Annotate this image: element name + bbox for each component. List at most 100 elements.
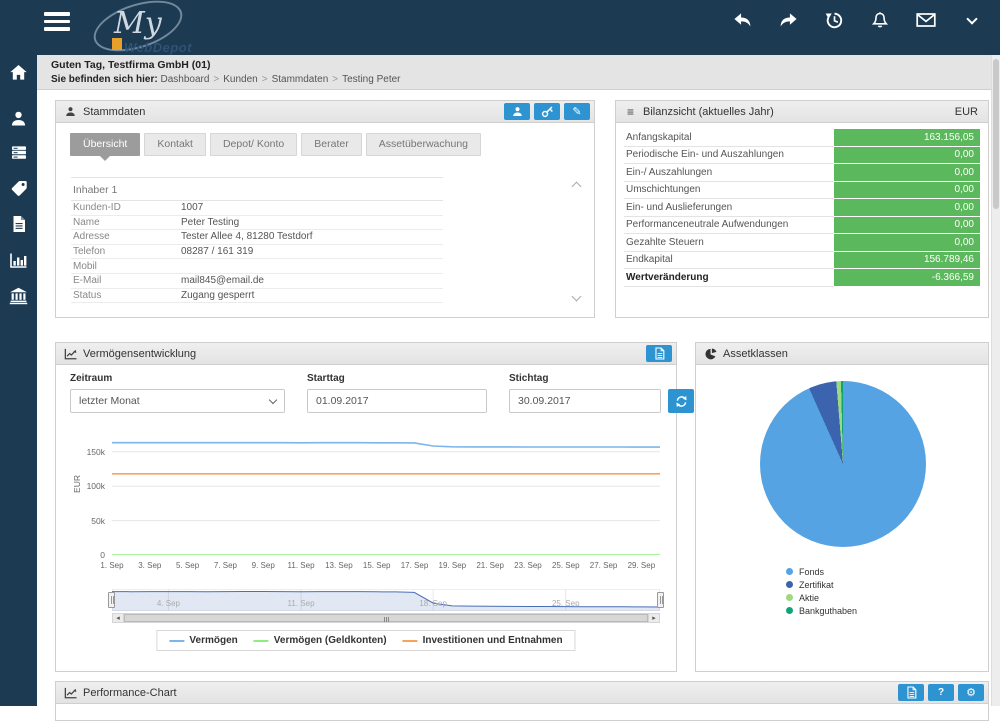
legend-item[interactable]: Investitionen und Entnahmen (403, 635, 563, 646)
balance-row: Anfangskapital163.156,05 (624, 129, 980, 147)
undo-icon[interactable] (732, 11, 752, 30)
edit-button[interactable]: ✎ (564, 103, 590, 120)
scroll-down-icon[interactable] (572, 292, 582, 302)
sidebar-item-depots[interactable] (0, 135, 37, 169)
tab--bersicht[interactable]: Übersicht (70, 133, 140, 156)
settings-button[interactable]: ⚙ (958, 684, 984, 701)
stammdaten-tabs: ÜbersichtKontaktDepot/ KontoBeraterAsset… (70, 133, 594, 155)
starttag-input[interactable]: 01.09.2017 (307, 389, 487, 413)
x-axis-tick-label: 3. Sep (138, 561, 161, 570)
key-button[interactable] (534, 103, 560, 120)
x-axis-tick-label: 11. Sep (288, 561, 315, 570)
field-value: mail845@email.de (181, 275, 264, 286)
pie-legend-item[interactable]: Fonds (786, 565, 857, 578)
refresh-button[interactable] (668, 389, 694, 413)
hamburger-menu-icon[interactable] (44, 12, 70, 34)
performance-chart-panel: Performance-Chart ? ⚙ (55, 681, 989, 721)
app-logo[interactable]: My WebDepot (88, 2, 208, 54)
panel-title: Stammdaten (83, 106, 145, 118)
scrollbar-left-arrow[interactable]: ◂ (113, 614, 124, 622)
bell-icon[interactable] (870, 11, 890, 30)
breadcrumb-item[interactable]: Kunden (223, 74, 257, 85)
legend-label: Vermögen (189, 635, 237, 646)
scrollbar-thumb[interactable] (124, 614, 648, 622)
sidebar-item-reports[interactable] (0, 243, 37, 277)
breadcrumb: Sie befinden sich hier: Dashboard>Kunden… (51, 74, 1000, 85)
chevron-down-icon[interactable] (962, 11, 982, 30)
x-axis-tick-label: 21. Sep (476, 561, 504, 570)
redo-icon[interactable] (778, 11, 798, 30)
pie-legend-item[interactable]: Zertifikat (786, 578, 857, 591)
stichtag-input[interactable]: 30.09.2017 (509, 389, 661, 413)
sidebar-item-bank[interactable] (0, 279, 37, 313)
legend-dash (169, 640, 184, 642)
help-button[interactable]: ? (928, 684, 954, 701)
page-scrollbar-thumb[interactable] (993, 59, 999, 209)
help-icon: ? (938, 687, 944, 698)
envelope-icon[interactable] (916, 11, 936, 30)
bilanzsicht-table: Anfangskapital163.156,05Periodische Ein-… (624, 129, 980, 287)
export-pdf-button[interactable] (646, 345, 672, 362)
legend-item[interactable]: Vermögen (169, 635, 237, 646)
balance-value: 0,00 (834, 182, 980, 200)
section-header: Inhaber 1 (71, 177, 443, 201)
tab-kontakt[interactable]: Kontakt (144, 133, 206, 156)
sidebar-item-home[interactable] (0, 55, 37, 89)
export-pdf-button[interactable] (898, 684, 924, 701)
balance-value: 0,00 (834, 217, 980, 235)
history-icon[interactable] (824, 11, 844, 30)
pie-chart[interactable] (760, 381, 926, 547)
sidebar-item-documents[interactable] (0, 207, 37, 241)
x-axis-tick-label: 7. Sep (214, 561, 237, 570)
panel-title: Performance-Chart (83, 687, 177, 699)
tab-asset-berwachung[interactable]: Assetüberwachung (366, 133, 481, 156)
pie-legend-label: Fonds (799, 567, 824, 577)
breadcrumb-separator: > (332, 74, 338, 85)
balance-label: Ein- und Auslieferungen (624, 199, 834, 217)
zeitraum-label: Zeitraum (70, 373, 285, 384)
scroll-up-icon[interactable] (572, 182, 582, 192)
currency-label: EUR (955, 106, 978, 118)
stammdaten-header: Stammdaten ✎ (56, 101, 594, 123)
pie-legend-item[interactable]: Bankguthaben (786, 604, 857, 617)
balance-row: Ein- und Auslieferungen0,00 (624, 199, 980, 217)
scrollbar-right-arrow[interactable]: ▸ (648, 614, 659, 622)
navigator-right-handle[interactable] (657, 592, 664, 608)
sidebar-item-tags[interactable] (0, 171, 37, 205)
page-scrollbar[interactable] (991, 55, 1000, 706)
breadcrumb-item[interactable]: Stammdaten (272, 74, 329, 85)
tab-depot-konto[interactable]: Depot/ Konto (210, 133, 297, 156)
chart-scrollbar[interactable]: ◂ ▸ (112, 613, 660, 623)
balance-label: Wertveränderung (624, 269, 834, 287)
sidebar-item-customers[interactable] (0, 101, 37, 135)
x-axis-tick-label: 19. Sep (439, 561, 467, 570)
navigator-date-label: 11. Sep (288, 599, 315, 608)
zeitraum-select[interactable]: letzter Monat (70, 389, 285, 413)
chart-controls: Zeitraum letzter Monat Starttag 01.09.20… (56, 365, 676, 419)
stammdaten-panel: Stammdaten ✎ ÜbersichtKontaktDepot/ Kont… (55, 100, 595, 318)
field-row: Telefon08287 / 161 319 (71, 245, 443, 260)
balance-value: 0,00 (834, 164, 980, 182)
breadcrumb-item[interactable]: Dashboard (160, 74, 209, 85)
bar-chart-icon (9, 252, 28, 269)
user-button[interactable] (504, 103, 530, 120)
breadcrumb-item[interactable]: Testing Peter (342, 74, 400, 85)
y-axis-tick-label: 100k (87, 481, 105, 491)
y-axis-tick-label: 150k (87, 447, 105, 457)
navigator-left-handle[interactable] (108, 592, 115, 608)
stichtag-label: Stichtag (509, 373, 694, 384)
legend-item[interactable]: Vermögen (Geldkonten) (254, 635, 387, 646)
field-row: Mobil (71, 259, 443, 274)
pie-legend-dot (786, 581, 793, 588)
chart-navigator[interactable]: 4. Sep11. Sep18. Sep25. Sep (112, 589, 660, 611)
pie-legend-item[interactable]: Aktie (786, 591, 857, 604)
y-axis-tick-label: 0 (100, 550, 105, 560)
chevron-down-icon (269, 395, 277, 403)
balance-row: Periodische Ein- und Auszahlungen0,00 (624, 147, 980, 165)
breadcrumb-separator: > (262, 74, 268, 85)
file-pdf-icon (654, 347, 665, 360)
pie-legend-label: Aktie (799, 593, 819, 603)
line-chart: EUR 150k100k50k0 1. Sep3. Sep5. Sep7. Se… (112, 427, 660, 577)
field-row: NamePeter Testing (71, 216, 443, 231)
tab-berater[interactable]: Berater (301, 133, 361, 156)
